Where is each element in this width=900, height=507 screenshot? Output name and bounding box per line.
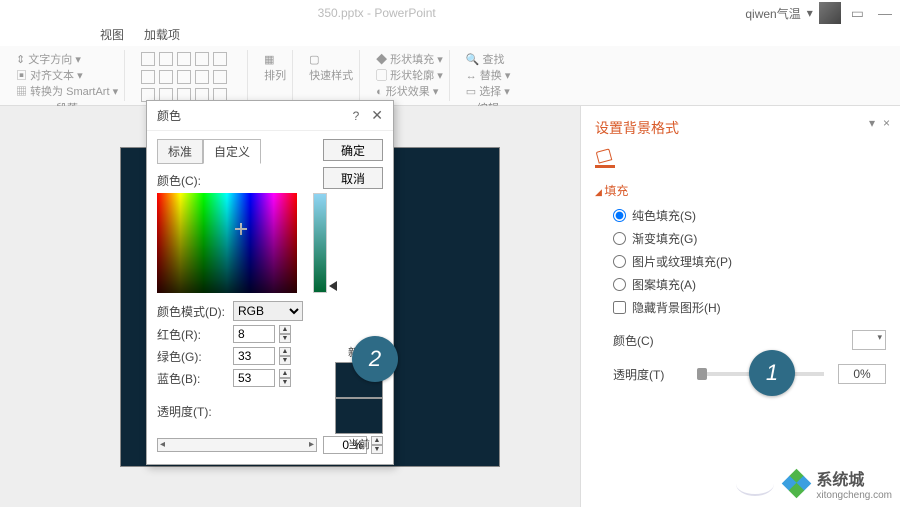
dialog-titlebar[interactable]: 颜色 ? ✕ — [147, 101, 393, 131]
format-background-pane: ▾ × 设置背景格式 填充 纯色填充(S) 渐变填充(G) 图片或纹理填充(P)… — [580, 106, 900, 507]
blue-input[interactable] — [233, 369, 275, 387]
luminance-bar[interactable] — [313, 193, 327, 293]
radio-pattern-fill-input[interactable] — [613, 278, 626, 291]
minimize-icon[interactable]: — — [878, 5, 892, 22]
luminance-arrow-icon[interactable] — [329, 281, 337, 291]
ribbon-tabs: 视图 加载项 — [0, 26, 900, 46]
radio-gradient-fill[interactable]: 渐变填充(G) — [613, 230, 886, 247]
radio-picture-fill[interactable]: 图片或纹理填充(P) — [613, 253, 886, 270]
shape-outline-button[interactable]: ▢ 形状轮廓 ▾ — [376, 68, 443, 84]
account-area[interactable]: qiwen气温 ▾ — [745, 2, 840, 24]
workspace: ▾ × 设置背景格式 填充 纯色填充(S) 渐变填充(G) 图片或纹理填充(P)… — [0, 106, 900, 507]
ribbon-group-paragraph: ⇕ 文字方向 ▾ ▣ 对齐文本 ▾ ▦ 转换为 SmartArt ▾ 段落 — [10, 50, 125, 101]
checkbox-hide-bg[interactable]: 隐藏背景图形(H) — [613, 299, 886, 316]
blue-spin-up[interactable]: ▲ — [279, 369, 291, 378]
red-label: 红色(R): — [157, 326, 227, 343]
fill-section-header[interactable]: 填充 — [595, 182, 886, 199]
cancel-button[interactable]: 取消 — [323, 167, 383, 189]
spectrum-crosshair-icon[interactable] — [235, 223, 247, 235]
red-input[interactable] — [233, 325, 275, 343]
align-text-button[interactable]: ▣ 对齐文本 ▾ — [16, 68, 118, 84]
title-bar: 350.pptx - PowerPoint qiwen气温 ▾ ▭ — — [0, 0, 900, 26]
replace-button[interactable]: ↔ 替换 ▾ — [466, 68, 511, 84]
ribbon-group-shape-format: ◆ 形状填充 ▾ ▢ 形状轮廓 ▾ ◐ 形状效果 ▾ — [370, 50, 450, 101]
color-label: 颜色(C) — [613, 332, 683, 349]
watermark-logo-icon — [784, 471, 810, 497]
text-direction-button[interactable]: ⇕ 文字方向 ▾ — [16, 52, 118, 68]
shape-effects-button[interactable]: ◐ 形状效果 ▾ — [376, 84, 443, 100]
ribbon-collapse-icon[interactable]: ▭ — [851, 5, 864, 22]
tab-standard[interactable]: 标准 — [157, 139, 203, 164]
ribbon: ⇕ 文字方向 ▾ ▣ 对齐文本 ▾ ▦ 转换为 SmartArt ▾ 段落 绘图… — [0, 46, 900, 106]
pane-dropdown-icon[interactable]: ▾ — [869, 116, 875, 130]
radio-solid-fill[interactable]: 纯色填充(S) — [613, 207, 886, 224]
color-mode-row: 颜色模式(D): RGB — [157, 301, 383, 321]
tab-view[interactable]: 视图 — [100, 26, 124, 46]
scroll-left-icon[interactable]: ◂ — [160, 439, 165, 450]
radio-pattern-fill[interactable]: 图案填充(A) — [613, 276, 886, 293]
dialog-transparency-label: 透明度(T): — [157, 403, 227, 420]
radio-gradient-fill-input[interactable] — [613, 232, 626, 245]
watermark-book-icon — [736, 472, 774, 496]
dialog-help-icon[interactable]: ? — [353, 109, 360, 123]
green-spin-down[interactable]: ▼ — [279, 356, 291, 365]
radio-picture-fill-input[interactable] — [613, 255, 626, 268]
ribbon-group-arrange: ▦排列 — [258, 50, 293, 101]
shape-fill-button[interactable]: ◆ 形状填充 ▾ — [376, 52, 443, 68]
account-name: qiwen气温 — [745, 5, 800, 22]
red-spin-up[interactable]: ▲ — [279, 325, 291, 334]
fill-bucket-icon[interactable] — [595, 148, 615, 168]
color-mode-label: 颜色模式(D): — [157, 303, 227, 320]
watermark-brand: 系统城 — [816, 466, 892, 490]
watermark-url: xitongcheng.com — [816, 490, 892, 501]
checkbox-hide-bg-input[interactable] — [613, 301, 626, 314]
ribbon-group-shapes-gallery[interactable]: 绘图 — [135, 50, 248, 101]
red-spin-down[interactable]: ▼ — [279, 334, 291, 343]
red-row: 红色(R): ▲▼ — [157, 325, 383, 343]
ribbon-group-quickstyles: ▢快速样式 — [303, 50, 360, 101]
green-spin-up[interactable]: ▲ — [279, 347, 291, 356]
watermark: 系统城 xitongcheng.com — [736, 466, 892, 501]
arrange-button[interactable]: ▦排列 — [264, 52, 286, 84]
color-mode-select[interactable]: RGB — [233, 301, 303, 321]
color-dialog: 颜色 ? ✕ 确定 取消 标准 自定义 颜色(C): 颜色模式(D): RGB … — [146, 100, 394, 465]
dialog-close-icon[interactable]: ✕ — [371, 107, 383, 124]
dialog-transparency-scroll[interactable]: ◂ ▸ — [157, 438, 317, 452]
color-picker-button[interactable] — [852, 330, 886, 350]
tab-addins[interactable]: 加载项 — [144, 26, 180, 46]
pane-close-icon[interactable]: × — [883, 116, 890, 130]
ok-button[interactable]: 确定 — [323, 139, 383, 161]
document-title: 350.pptx - PowerPoint — [8, 6, 745, 20]
green-label: 绿色(G): — [157, 348, 227, 365]
blue-spin-down[interactable]: ▼ — [279, 378, 291, 387]
annotation-1: 1 — [749, 350, 795, 396]
smartart-button[interactable]: ▦ 转换为 SmartArt ▾ — [16, 84, 118, 100]
quick-styles-button[interactable]: ▢快速样式 — [309, 52, 353, 84]
annotation-2: 2 — [352, 336, 398, 382]
ribbon-group-editing: 🔍 查找 ↔ 替换 ▾ ▭ 选择 ▾ 编辑 — [460, 50, 517, 101]
transparency-label: 透明度(T) — [613, 366, 683, 383]
green-input[interactable] — [233, 347, 275, 365]
dialog-title: 颜色 — [157, 107, 353, 124]
transparency-value[interactable]: 0% — [838, 364, 886, 384]
tab-custom[interactable]: 自定义 — [203, 139, 261, 164]
find-button[interactable]: 🔍 查找 — [466, 52, 511, 68]
scroll-right-icon[interactable]: ▸ — [309, 439, 314, 450]
radio-solid-fill-input[interactable] — [613, 209, 626, 222]
blue-label: 蓝色(B): — [157, 370, 227, 387]
pane-title: 设置背景格式 — [595, 118, 886, 138]
account-dropdown-icon[interactable]: ▾ — [807, 6, 813, 20]
current-color-label: 当前 — [335, 436, 383, 452]
avatar[interactable] — [819, 2, 841, 24]
current-color-swatch — [335, 398, 383, 434]
select-button[interactable]: ▭ 选择 ▾ — [466, 84, 511, 100]
color-field-row: 颜色(C) — [613, 330, 886, 350]
color-spectrum[interactable] — [157, 193, 297, 293]
